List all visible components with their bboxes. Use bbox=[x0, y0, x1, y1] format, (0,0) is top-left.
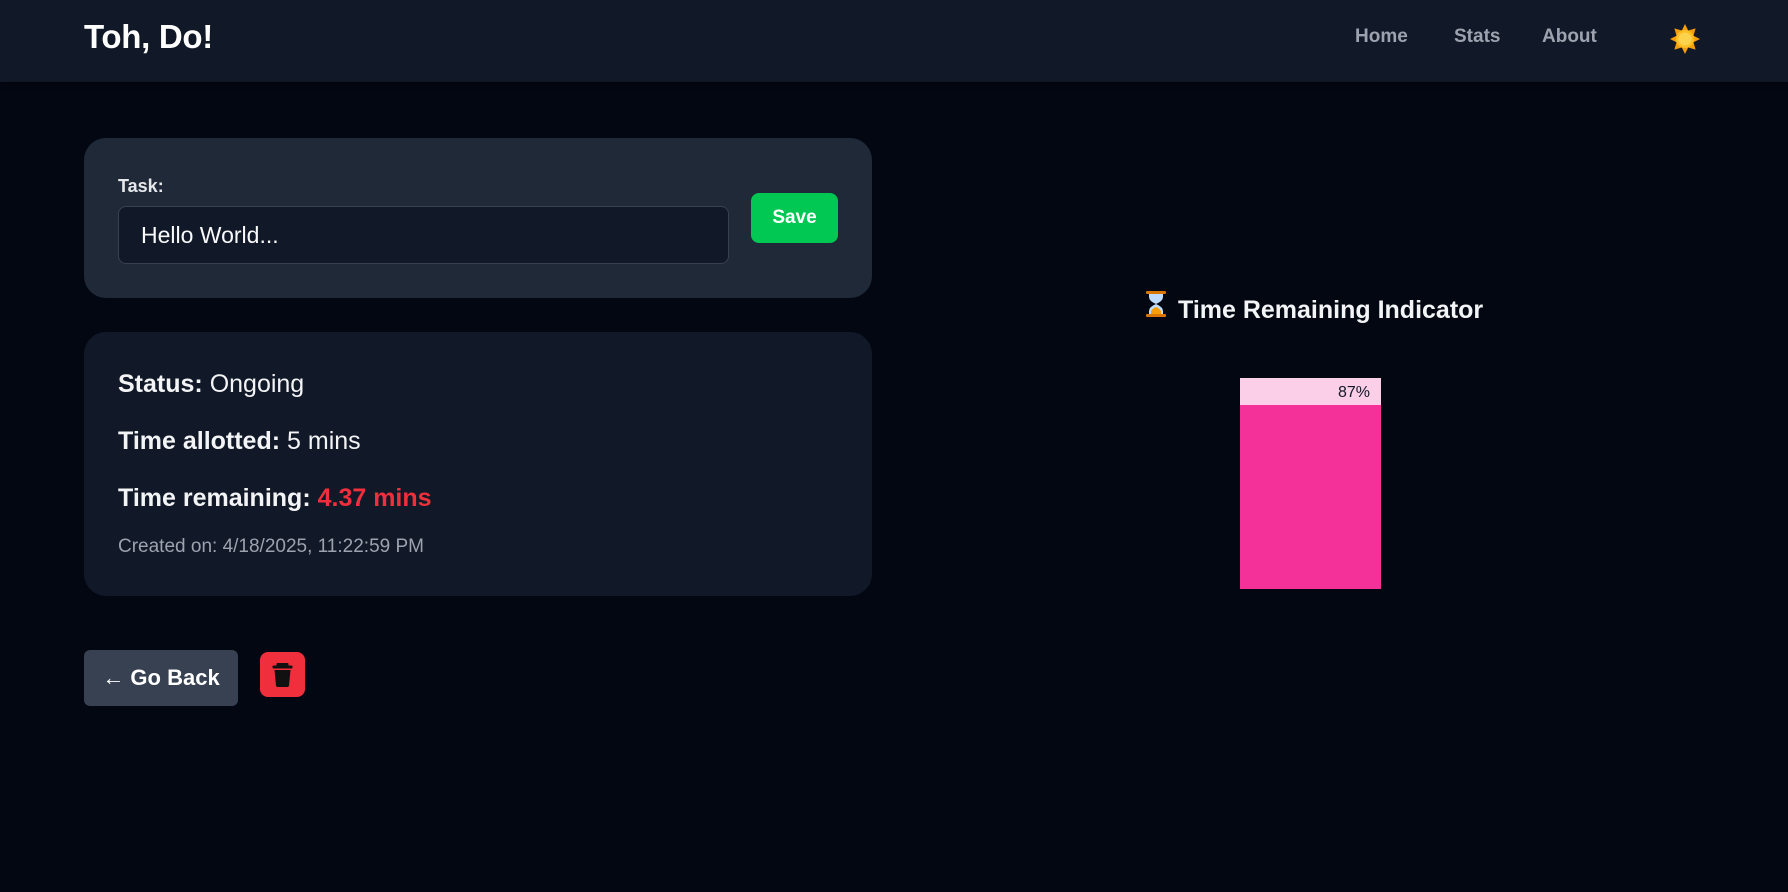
created-timestamp: Created on: 4/18/2025, 11:22:59 PM bbox=[118, 536, 424, 557]
brand-logo[interactable]: Toh, Do! bbox=[84, 18, 213, 56]
delete-button[interactable] bbox=[260, 652, 305, 697]
nav-link-home[interactable]: Home bbox=[1355, 26, 1408, 48]
navbar: Toh, Do! Home Stats About bbox=[0, 0, 1788, 82]
time-allotted-value: 5 mins bbox=[287, 427, 361, 455]
trash-icon bbox=[272, 663, 293, 687]
time-remaining-percent: 87% bbox=[1337, 384, 1370, 401]
time-remaining-row: Time remaining: 4.37 mins bbox=[118, 484, 432, 513]
time-remaining-bar-fill bbox=[1240, 405, 1381, 589]
status-key: Status: bbox=[118, 370, 203, 398]
sun-icon[interactable] bbox=[1670, 24, 1700, 54]
time-remaining-value: 4.37 mins bbox=[317, 484, 432, 512]
status-value: Ongoing bbox=[209, 370, 305, 398]
nav-link-about[interactable]: About bbox=[1542, 26, 1597, 48]
task-details-card: Status: Ongoing Time allotted: 5 mins Ti… bbox=[84, 332, 872, 596]
task-edit-card: Task: Save bbox=[84, 138, 872, 298]
time-allotted-row: Time allotted: 5 mins bbox=[118, 427, 361, 456]
go-back-button[interactable]: ← Go Back bbox=[84, 650, 238, 706]
time-remaining-key: Time remaining: bbox=[118, 484, 311, 512]
save-button[interactable]: Save bbox=[751, 193, 838, 243]
time-remaining-bar: 87% bbox=[1240, 378, 1381, 589]
status-row: Status: Ongoing bbox=[118, 370, 304, 399]
nav-link-stats[interactable]: Stats bbox=[1454, 26, 1500, 48]
indicator-title-text: Time Remaining Indicator bbox=[1178, 296, 1484, 324]
task-label: Task: bbox=[118, 176, 164, 196]
hourglass-icon bbox=[1144, 290, 1168, 325]
task-input[interactable] bbox=[118, 206, 729, 264]
time-allotted-key: Time allotted: bbox=[118, 427, 281, 455]
indicator-title: Time Remaining Indicator bbox=[1144, 290, 1483, 325]
